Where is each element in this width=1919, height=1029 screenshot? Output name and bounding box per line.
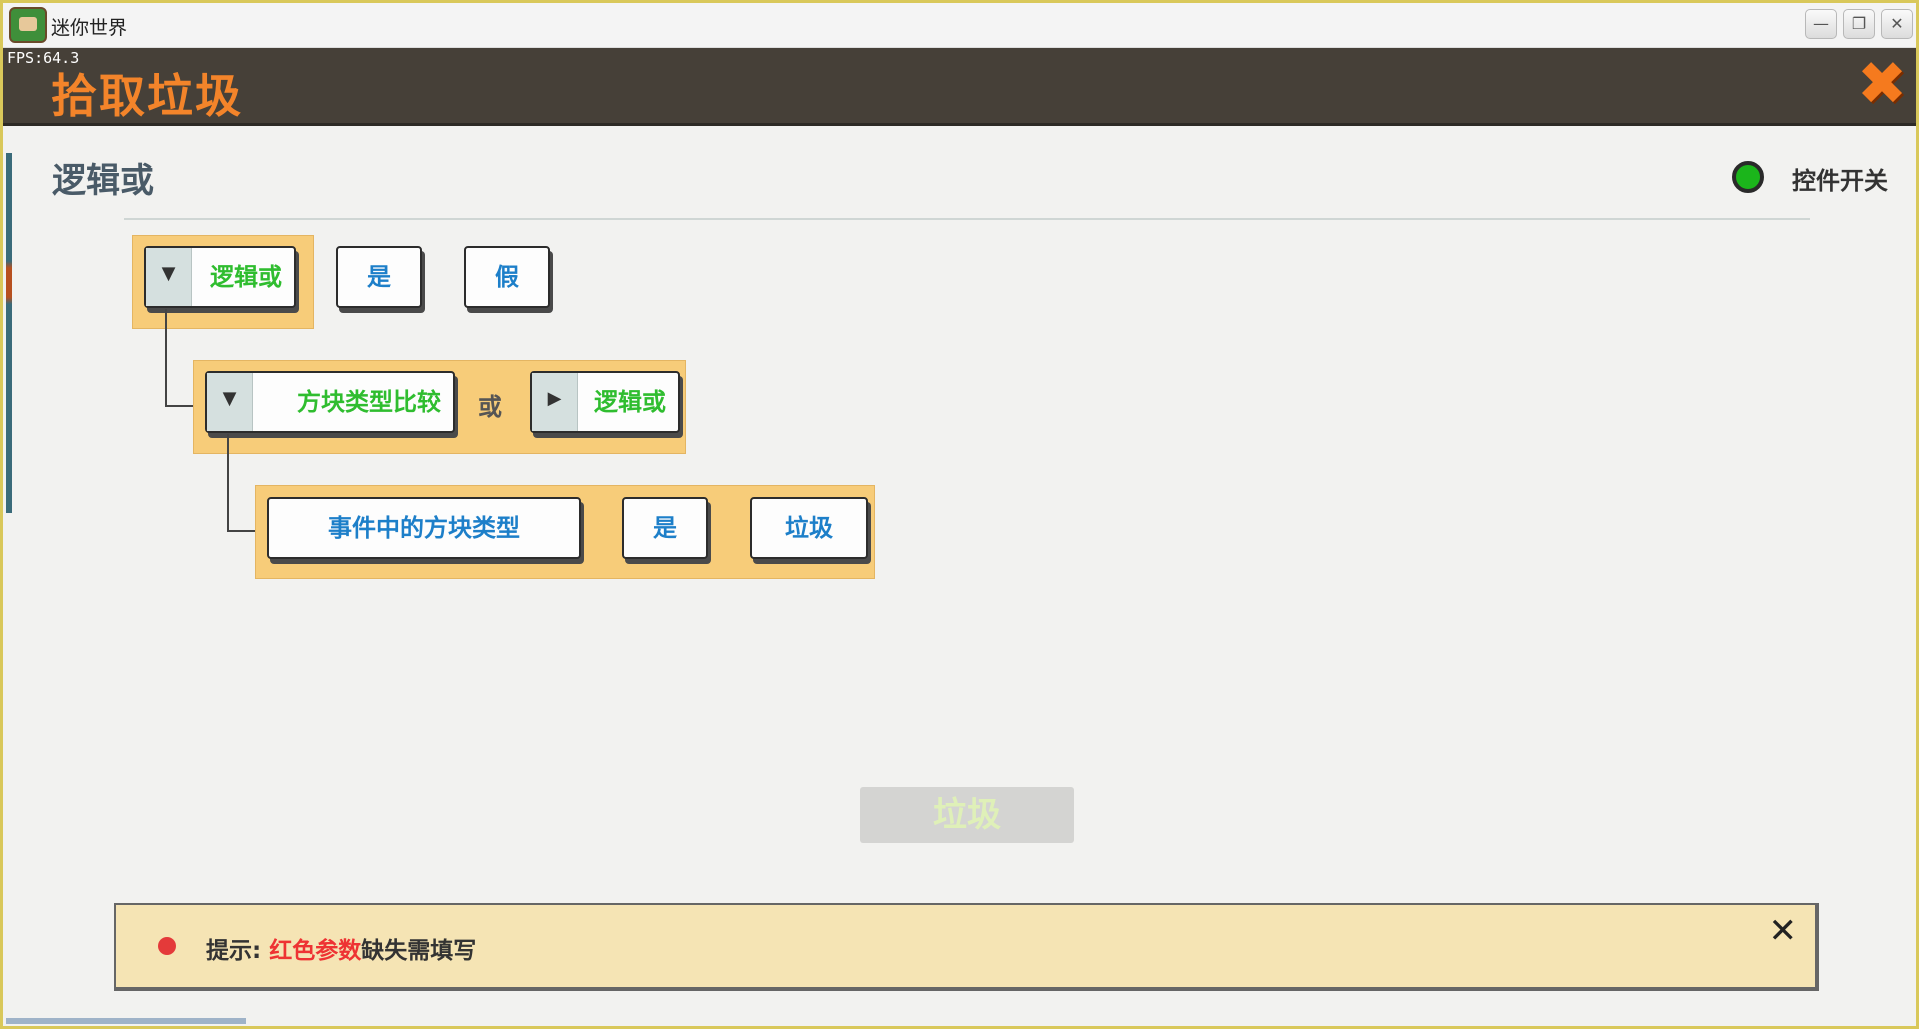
- app-logo-icon: [9, 7, 47, 43]
- editor-panel: 逻辑或 控件开关 ▼ 逻辑或 是 假 ▼ 方块类型比较 或 ▶ 逻辑或 事件中的…: [6, 129, 1916, 1024]
- divider: [124, 218, 1810, 220]
- control-toggle-label: 控件开关: [1792, 167, 1888, 195]
- tree-connector: [165, 309, 195, 407]
- close-x-icon[interactable]: ✖: [1854, 54, 1910, 114]
- fps-counter: FPS:64.3: [7, 49, 80, 67]
- chevron-right-icon: ▶: [532, 373, 578, 431]
- block-garbage-button[interactable]: 垃圾: [750, 497, 868, 559]
- dialog-title: 拾取垃圾: [51, 69, 243, 123]
- event-block-type-button[interactable]: 事件中的方块类型: [267, 497, 581, 559]
- hint-highlight: 红色参数: [269, 938, 362, 964]
- block-type-compare-dropdown[interactable]: ▼ 方块类型比较: [205, 371, 455, 433]
- close-icon[interactable]: ✕: [1881, 9, 1913, 39]
- hint-bar: 提示: 红色参数缺失需填写 ✕: [114, 903, 1819, 991]
- close-hint-icon[interactable]: ✕: [1769, 911, 1798, 951]
- logic-or-collapsed-dropdown[interactable]: ▶ 逻辑或: [530, 371, 680, 433]
- dialog-header: 拾取垃圾 ✖: [3, 48, 1916, 126]
- arg-yes-button[interactable]: 是: [622, 497, 708, 559]
- tree-connector: [227, 434, 257, 532]
- preview-disabled-button[interactable]: 垃圾: [860, 787, 1074, 843]
- hint-text: 提示: 红色参数缺失需填写: [206, 938, 477, 964]
- warning-dot-icon: [158, 937, 176, 955]
- arg-yes-button[interactable]: 是: [336, 246, 422, 308]
- control-toggle-switch[interactable]: [1732, 161, 1764, 193]
- operator-or-label: 或: [478, 393, 502, 421]
- horizontal-scrollbar[interactable]: [6, 1018, 246, 1024]
- minimize-icon[interactable]: —: [1805, 9, 1837, 39]
- os-title-bar: 迷你世界 — ❐ ✕: [3, 3, 1916, 48]
- left-accent-strip: [6, 153, 12, 513]
- game-window: 迷你世界 — ❐ ✕ FPS:64.3 拾取垃圾 ✖ 逻辑或 控件开关 ▼ 逻辑…: [0, 0, 1919, 1029]
- restore-icon[interactable]: ❐: [1843, 9, 1875, 39]
- logic-or-dropdown[interactable]: ▼ 逻辑或: [144, 246, 296, 308]
- chevron-down-icon: ▼: [146, 248, 192, 306]
- os-window-title: 迷你世界: [51, 17, 128, 39]
- chevron-down-icon: ▼: [207, 373, 253, 431]
- section-title: 逻辑或: [52, 161, 154, 201]
- arg-false-button[interactable]: 假: [464, 246, 550, 308]
